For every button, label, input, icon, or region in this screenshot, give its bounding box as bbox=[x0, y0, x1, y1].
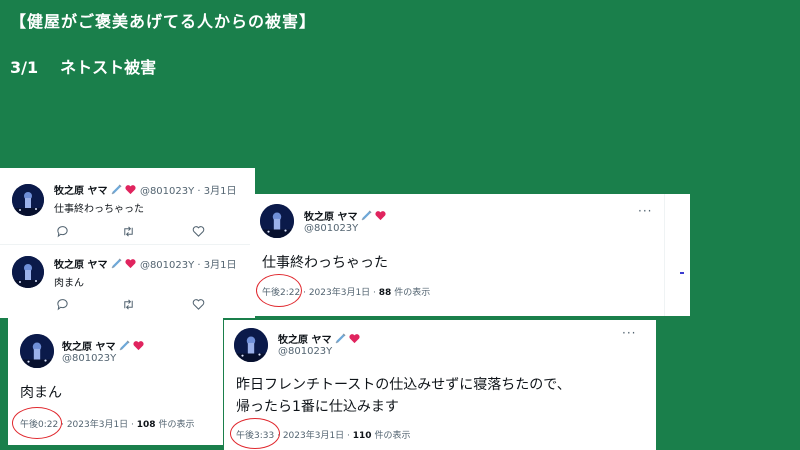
avatar[interactable] bbox=[20, 334, 54, 368]
tweet-date[interactable]: · 2023年3月1日 · bbox=[303, 288, 376, 298]
view-label: 件の表示 bbox=[374, 431, 411, 441]
like-icon[interactable] bbox=[192, 223, 206, 237]
avatar[interactable] bbox=[12, 256, 44, 288]
user-handle[interactable]: @801023Y bbox=[304, 223, 358, 234]
subtitle-date: 3/1 bbox=[10, 58, 39, 77]
tweet-detail-panel: 牧之原 ヤマ @801023Y ··· 昨日フレンチトーストの仕込みせずに寝落ち… bbox=[224, 320, 656, 450]
tweet-text-line: 帰ったら1番に仕込みます bbox=[236, 399, 399, 415]
avatar[interactable] bbox=[234, 328, 268, 362]
user-handle[interactable]: @801023Y bbox=[278, 346, 332, 357]
timeline-item[interactable]: 牧之原 ヤマ @801023Y · 3月1日 肉まん bbox=[0, 246, 255, 318]
tweet-meta: @801023Y · 3月1日 bbox=[139, 186, 237, 197]
tweet-card: 牧之原 ヤマ @801023Y ··· 仕事終わっちゃった 午後2:22 · 2… bbox=[250, 194, 664, 316]
reply-icon[interactable] bbox=[56, 296, 70, 311]
tweet-text: 肉まん bbox=[54, 278, 84, 289]
syringe-icon bbox=[111, 258, 122, 272]
heart-icon bbox=[125, 258, 137, 272]
view-count: 108 bbox=[136, 420, 156, 430]
view-label: 件の表示 bbox=[394, 288, 431, 298]
view-label: 件の表示 bbox=[158, 420, 195, 430]
heart-icon bbox=[375, 210, 387, 224]
tweet-text: 肉まん bbox=[20, 385, 62, 401]
heart-icon bbox=[133, 340, 145, 354]
page-title: 【健屋がご褒美あげてる人からの被害】 bbox=[10, 12, 317, 31]
tweet-text: 仕事終わっちゃった bbox=[262, 255, 388, 271]
display-name[interactable]: 牧之原 ヤマ @801023Y · 3月1日 bbox=[54, 256, 236, 272]
syringe-icon bbox=[119, 340, 130, 354]
avatar[interactable] bbox=[12, 184, 44, 216]
highlight-circle bbox=[256, 274, 302, 307]
tweet-text-line: 昨日フレンチトーストの仕込みせずに寝落ちたので、 bbox=[236, 377, 571, 393]
tweet-text: 仕事終わっちゃった bbox=[54, 204, 144, 215]
view-count: 88 bbox=[378, 288, 392, 298]
subtitle-text: ネトスト被害 bbox=[60, 58, 157, 77]
highlight-circle bbox=[230, 418, 280, 449]
avatar[interactable] bbox=[260, 204, 294, 238]
retweet-icon[interactable] bbox=[122, 296, 136, 310]
timeline-item[interactable]: 牧之原 ヤマ @801023Y · 3月1日 仕事終わっちゃった bbox=[0, 168, 255, 243]
display-name[interactable]: 牧之原 ヤマ @801023Y · 3月1日 bbox=[54, 182, 236, 198]
syringe-icon bbox=[335, 333, 346, 347]
syringe-icon bbox=[111, 184, 122, 198]
highlight-circle bbox=[12, 407, 62, 439]
timeline-panel: 牧之原 ヤマ @801023Y · 3月1日 仕事終わっちゃった 牧之原 ヤマ … bbox=[0, 168, 255, 318]
display-name[interactable]: 牧之原 ヤマ bbox=[278, 331, 361, 347]
tweet-detail-panel: 牧之原 ヤマ @801023Y ··· 仕事終わっちゃった 午後2:22 · 2… bbox=[250, 194, 690, 316]
more-icon[interactable]: ··· bbox=[622, 326, 636, 340]
like-icon[interactable] bbox=[192, 296, 206, 310]
user-handle[interactable]: @801023Y bbox=[62, 353, 116, 364]
scroll-marker bbox=[680, 272, 684, 274]
reply-icon[interactable] bbox=[56, 223, 70, 238]
display-name[interactable]: 牧之原 ヤマ bbox=[304, 208, 387, 224]
view-count: 110 bbox=[352, 431, 372, 441]
divider bbox=[0, 244, 255, 245]
divider bbox=[664, 194, 665, 316]
tweet-meta: @801023Y · 3月1日 bbox=[139, 260, 237, 271]
tweet-detail-panel: 牧之原 ヤマ @801023Y 肉まん 午後0:22 · 2023年3月1日 ·… bbox=[8, 318, 223, 445]
more-icon[interactable]: ··· bbox=[638, 204, 652, 218]
retweet-icon[interactable] bbox=[122, 223, 136, 237]
syringe-icon bbox=[361, 210, 372, 224]
display-name[interactable]: 牧之原 ヤマ bbox=[62, 338, 145, 354]
tweet-date[interactable]: · 2023年3月1日 · bbox=[61, 420, 134, 430]
page-subtitle: 3/1 ネトスト被害 bbox=[10, 54, 156, 78]
heart-icon bbox=[125, 184, 137, 198]
heart-icon bbox=[349, 333, 361, 347]
tweet-date[interactable]: · 2023年3月1日 · bbox=[277, 431, 350, 441]
